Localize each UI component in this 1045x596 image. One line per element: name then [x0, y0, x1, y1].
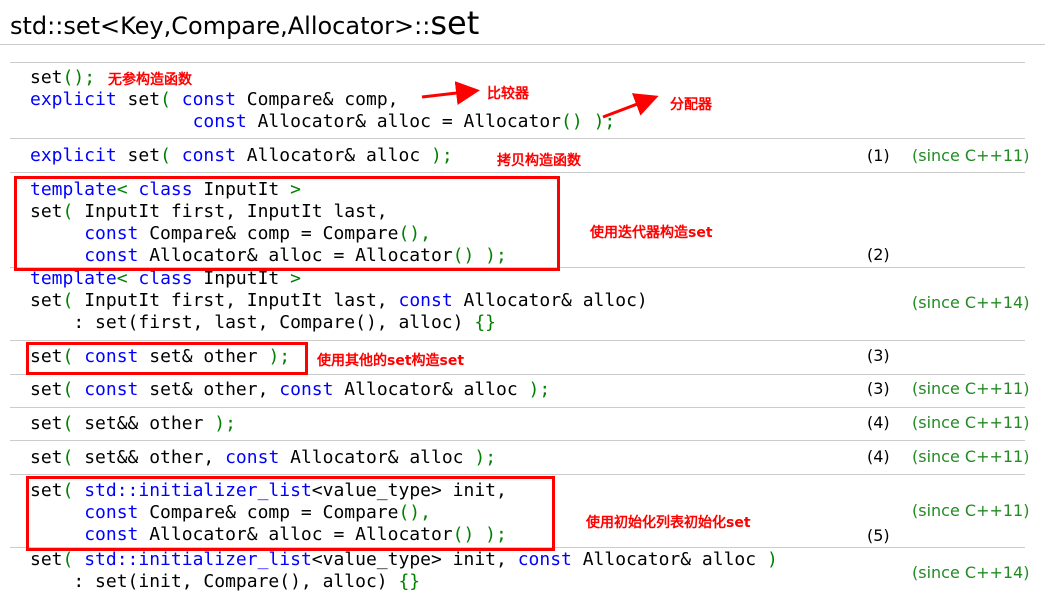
- annotation-comparator: 比较器: [487, 86, 529, 102]
- annotation-allocator: 分配器: [670, 97, 712, 113]
- annotation-iterator-ctor: 使用迭代器构造set: [590, 225, 713, 241]
- annotation-init-list-ctor: 使用初始化列表初始化set: [586, 515, 751, 531]
- annotation-copy-ctor: 拷贝构造函数: [497, 153, 581, 169]
- comparator-arrow: [421, 81, 480, 105]
- annotation-default-ctor: 无参构造函数: [108, 72, 192, 88]
- allocator-arrow: [602, 93, 659, 119]
- annotation-other-set-ctor: 使用其他的set构造set: [317, 353, 465, 369]
